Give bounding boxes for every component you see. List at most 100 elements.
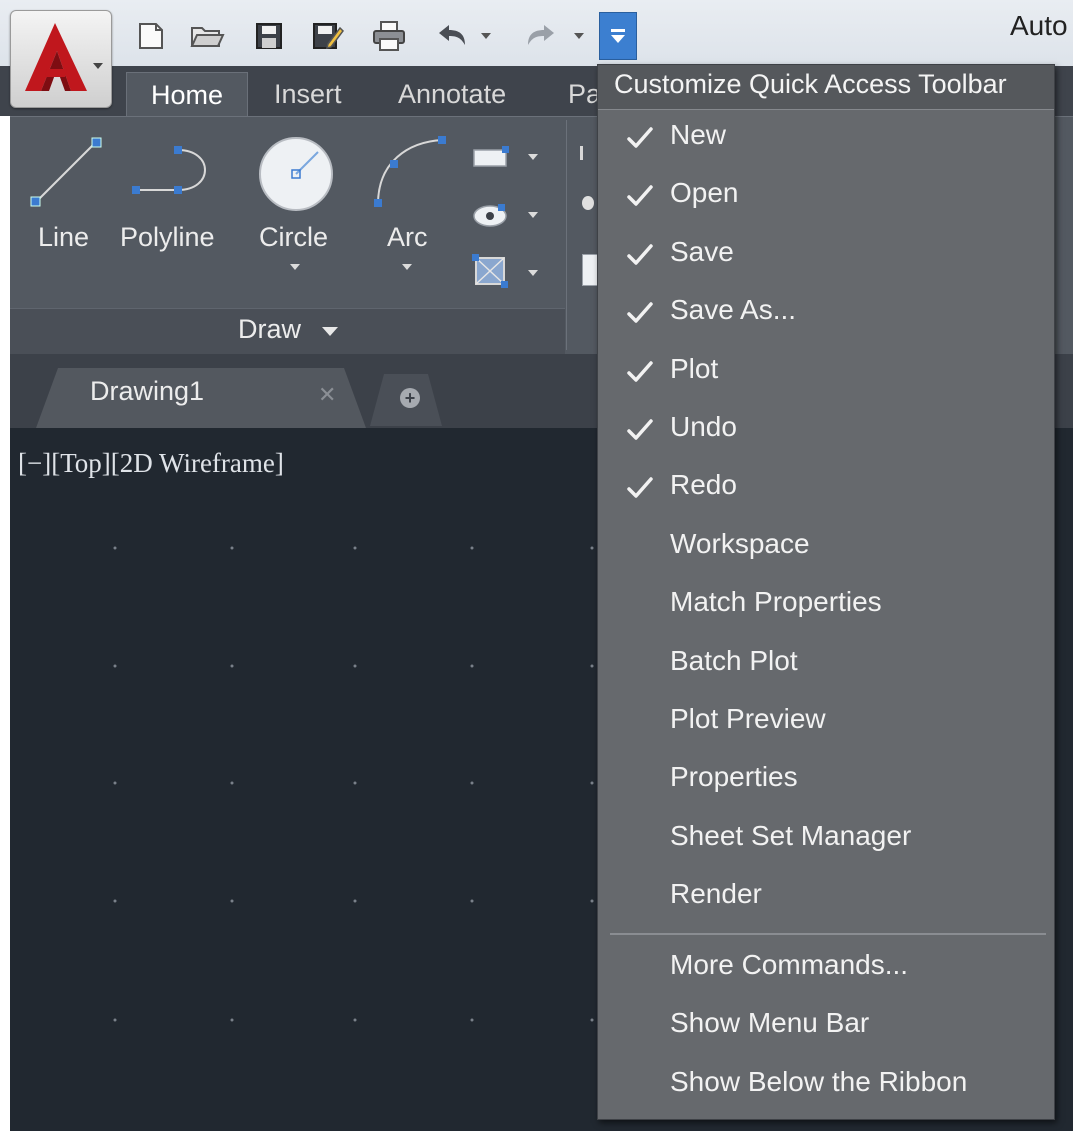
- checkmark-icon: [626, 359, 654, 390]
- menu-item-match-properties[interactable]: Match Properties: [598, 578, 1054, 634]
- customize-dropdown-icon: [611, 29, 625, 43]
- draw-panel-title[interactable]: Draw: [238, 314, 301, 345]
- tab-annotate[interactable]: Annotate: [398, 76, 506, 116]
- panel-separator: [566, 120, 567, 350]
- circle-tool-label: Circle: [259, 222, 329, 252]
- line-icon: [30, 137, 102, 207]
- circle-tool-button[interactable]: [256, 134, 336, 219]
- menu-item-more-commands[interactable]: More Commands...: [598, 941, 1054, 997]
- menu-item-save-as[interactable]: Save As...: [598, 286, 1054, 342]
- redo-icon: [528, 25, 584, 45]
- qat-open-button[interactable]: [186, 14, 228, 58]
- hatch-icon: [473, 204, 507, 227]
- menu-item-render[interactable]: Render: [598, 870, 1054, 926]
- qat-save-button[interactable]: [248, 14, 290, 58]
- checkmark-icon: [626, 125, 654, 156]
- rotate-tool-icon[interactable]: [582, 196, 594, 210]
- menu-item-show-menu-bar[interactable]: Show Menu Bar: [598, 999, 1054, 1055]
- menu-item-plot-preview[interactable]: Plot Preview: [598, 695, 1054, 751]
- boundary-dropdown-caret-icon[interactable]: [528, 270, 538, 276]
- line-tool-label: Line: [38, 222, 90, 252]
- plus-icon: +: [400, 388, 420, 408]
- hatch-dropdown-caret-icon[interactable]: [528, 212, 538, 218]
- open-icon: [190, 27, 225, 47]
- menu-item-label: Render: [670, 878, 762, 910]
- polyline-icon: [132, 146, 206, 194]
- move-tool-icon[interactable]: [580, 146, 593, 160]
- viewport-controls-label[interactable]: [−][Top][2D Wireframe]: [18, 448, 284, 479]
- polyline-tool-label: Polyline: [120, 222, 215, 252]
- draw-panel-expand-icon[interactable]: [322, 327, 338, 336]
- menu-title: Customize Quick Access Toolbar: [614, 69, 1007, 99]
- menu-item-label: Show Menu Bar: [670, 1007, 870, 1039]
- circle-icon: [259, 137, 333, 211]
- copy-tool-icon[interactable]: [582, 254, 598, 286]
- menu-item-label: Plot Preview: [670, 703, 826, 734]
- application-menu-button[interactable]: [10, 10, 112, 108]
- new-icon: [139, 23, 163, 49]
- autocad-logo-icon: [25, 23, 103, 91]
- customize-qat-menu: Customize Quick Access Toolbar New Open Sa…: [597, 64, 1055, 1120]
- arc-dropdown-caret-icon[interactable]: [402, 264, 412, 270]
- rectangle-icon: [473, 146, 509, 167]
- menu-item-batch-plot[interactable]: Batch Plot: [598, 637, 1054, 693]
- tab-home[interactable]: Home: [126, 72, 248, 117]
- qat-new-button[interactable]: [130, 14, 172, 58]
- menu-item-label: Show Below the Ribbon: [670, 1065, 968, 1097]
- boundary-icon: [472, 254, 508, 288]
- menu-separator: [610, 933, 1046, 935]
- boundary-tool-button[interactable]: [470, 250, 512, 297]
- checkmark-icon: [626, 242, 654, 273]
- qat-undo-button[interactable]: [428, 14, 498, 58]
- undo-icon: [439, 25, 491, 45]
- arc-icon: [374, 136, 446, 207]
- autocad-window: Auto Home Insert Annotate Pa Line Polyli…: [0, 0, 1073, 1131]
- hatch-tool-button[interactable]: [472, 198, 512, 235]
- menu-item-redo[interactable]: Redo: [598, 461, 1054, 517]
- line-tool-button[interactable]: [24, 132, 108, 217]
- menu-item-workspace[interactable]: Workspace: [598, 520, 1054, 576]
- arc-tool-button[interactable]: [368, 132, 452, 217]
- menu-item-label: Batch Plot: [670, 644, 798, 676]
- menu-item-label: Open: [670, 177, 739, 209]
- save-icon: [256, 23, 282, 49]
- menu-item-sheet-set-manager[interactable]: Sheet Set Manager: [598, 812, 1054, 868]
- checkmark-icon: [626, 300, 654, 331]
- menu-item-label: Workspace: [670, 527, 810, 559]
- menu-item-label: Undo: [670, 411, 737, 442]
- drawing-tab-label: Drawing1: [90, 376, 205, 406]
- menu-item-undo[interactable]: Undo: [598, 403, 1054, 459]
- circle-dropdown-caret-icon[interactable]: [290, 264, 300, 270]
- menu-item-show-below-the-ribbon[interactable]: Show Below the Ribbon: [598, 1058, 1054, 1114]
- qat-plot-button[interactable]: [368, 14, 410, 58]
- menu-item-label: More Commands...: [670, 949, 909, 980]
- menu-item-label: Save As...: [670, 294, 797, 326]
- arc-tool-label: Arc: [387, 222, 428, 252]
- rectangle-dropdown-caret-icon[interactable]: [528, 154, 538, 160]
- plot-icon: [373, 21, 405, 51]
- menu-item-label: New: [670, 119, 727, 150]
- menu-item-label: Match Properties: [670, 586, 882, 618]
- qat-save-as-button[interactable]: [306, 14, 348, 58]
- tab-insert[interactable]: Insert: [274, 76, 342, 116]
- qat-redo-button[interactable]: [516, 14, 590, 58]
- checkmark-icon: [626, 475, 654, 506]
- checkmark-icon: [626, 183, 654, 214]
- menu-item-save[interactable]: Save: [598, 228, 1054, 284]
- window-title: Auto: [1010, 10, 1068, 41]
- menu-item-label: Save: [670, 235, 734, 267]
- menu-item-label: Plot: [670, 352, 719, 384]
- menu-item-open[interactable]: Open: [598, 169, 1054, 225]
- menu-item-new[interactable]: New: [598, 111, 1054, 167]
- menu-item-properties[interactable]: Properties: [598, 753, 1054, 809]
- close-tab-icon[interactable]: ✕: [318, 382, 336, 408]
- rectangle-tool-button[interactable]: [470, 144, 514, 175]
- menu-item-label: Properties: [670, 761, 798, 793]
- polyline-tool-button[interactable]: [128, 140, 218, 209]
- menu-item-plot[interactable]: Plot: [598, 345, 1054, 401]
- menu-item-label: Redo: [670, 469, 737, 501]
- save-as-icon: [313, 23, 344, 50]
- checkmark-icon: [626, 417, 654, 448]
- menu-item-label: Sheet Set Manager: [670, 819, 912, 851]
- qat-customize-button[interactable]: [599, 12, 637, 60]
